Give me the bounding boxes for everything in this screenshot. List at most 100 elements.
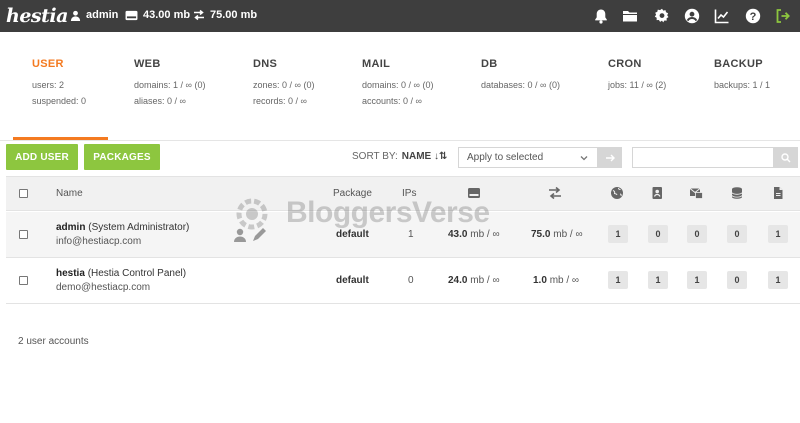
backup-count: backups: 1 / 1 — [714, 80, 771, 90]
username: admin — [56, 222, 86, 233]
current-user[interactable]: admin — [70, 9, 118, 21]
select-all-checkbox[interactable] — [19, 189, 28, 198]
col-ips[interactable]: IPs — [402, 188, 416, 199]
db-databases: databases: 0 / ∞ (0) — [481, 80, 560, 90]
mail-badge: 1 — [687, 271, 707, 289]
tab-web[interactable]: WEB domains: 1 / ∞ (0) aliases: 0 / ∞ — [134, 58, 205, 106]
logout-icon[interactable] — [775, 8, 791, 24]
packages-button[interactable]: PACKAGES — [84, 144, 160, 170]
row-actions-icon[interactable] — [232, 227, 266, 243]
sort-by-value: NAME ↓⇅ — [401, 151, 448, 162]
help-icon[interactable]: ? — [745, 8, 761, 24]
add-user-button[interactable]: ADD USER — [6, 144, 78, 170]
row-checkbox[interactable] — [19, 230, 28, 239]
apply-button[interactable] — [598, 147, 622, 168]
tab-db[interactable]: DB databases: 0 / ∞ (0) — [481, 58, 560, 90]
database-icon — [730, 186, 744, 200]
tab-dns[interactable]: DNS zones: 0 / ∞ (0) records: 0 / ∞ — [253, 58, 314, 106]
tab-user-title: USER — [32, 58, 64, 70]
tab-user[interactable]: USER users: 2 suspended: 0 — [32, 58, 86, 106]
folder-icon[interactable] — [622, 8, 638, 24]
tab-mail-title: MAIL — [362, 58, 391, 70]
users-count: users: 2 — [32, 80, 65, 90]
table-row[interactable]: hestia (Hestia Control Panel) demo@hesti… — [6, 258, 800, 304]
user-bandwidth: 1.0 mb / ∞ — [533, 275, 579, 286]
user-bandwidth: 75.0 mb / ∞ — [531, 229, 583, 240]
top-bar: hestia admin 43.00 mb 75.00 mb ? — [0, 0, 800, 32]
disk-value: 43.0 — [448, 229, 468, 240]
arrow-right-icon — [605, 154, 615, 161]
bw-unit: mb / ∞ — [553, 229, 583, 240]
bulk-action-select[interactable]: Apply to selected — [458, 147, 598, 168]
suspended-count: suspended: 0 — [32, 96, 87, 106]
row-checkbox[interactable] — [19, 276, 28, 285]
mail-badge: 0 — [687, 225, 707, 243]
table-header: Name Package IPs — [6, 176, 800, 211]
dns-badge: 0 — [648, 225, 668, 243]
mail-accounts: accounts: 0 / ∞ — [362, 96, 422, 106]
user-email: demo@hestiacp.com — [56, 282, 151, 293]
col-name[interactable]: Name — [56, 188, 83, 199]
user-email: info@hestiacp.com — [56, 236, 142, 247]
tab-dns-title: DNS — [253, 58, 278, 70]
disk-usage: 43.00 mb — [125, 9, 190, 21]
current-user-label: admin — [86, 9, 119, 21]
cron-jobs: jobs: 11 / ∞ (2) — [608, 80, 667, 90]
disk-icon — [125, 10, 138, 20]
globe-icon — [610, 186, 624, 200]
bell-icon[interactable] — [593, 8, 609, 24]
user-fullname: (Hestia Control Panel) — [87, 268, 187, 279]
disk-usage-value: 43.00 mb — [143, 9, 191, 21]
backup-badge: 1 — [768, 271, 788, 289]
sort-by[interactable]: SORT BY: NAME ↓⇅ — [352, 151, 447, 162]
file-icon — [771, 186, 785, 200]
tab-backup[interactable]: BACKUP backups: 1 / 1 — [714, 58, 770, 90]
svg-text:?: ? — [750, 11, 757, 23]
hestia-logo[interactable]: hestia — [6, 5, 68, 27]
dns-badge: 1 — [648, 271, 668, 289]
chevron-down-icon — [580, 156, 588, 161]
disk-unit: mb / ∞ — [470, 229, 500, 240]
disk-unit: mb / ∞ — [470, 275, 500, 286]
dns-records: records: 0 / ∞ — [253, 96, 307, 106]
search-icon — [781, 152, 791, 162]
dns-zones: zones: 0 / ∞ (0) — [253, 80, 315, 90]
disk-icon — [467, 186, 481, 200]
bandwidth-usage: 75.00 mb — [193, 9, 257, 21]
user-package: default — [336, 275, 369, 286]
divider — [0, 140, 800, 141]
user-circle-icon[interactable] — [684, 8, 700, 24]
db-badge: 0 — [727, 271, 747, 289]
mail-domains: domains: 0 / ∞ (0) — [362, 80, 434, 90]
chart-line-icon[interactable] — [714, 8, 730, 24]
tab-mail[interactable]: MAIL domains: 0 / ∞ (0) accounts: 0 / ∞ — [362, 58, 433, 106]
tab-db-title: DB — [481, 58, 498, 70]
bandwidth-icon — [548, 186, 562, 200]
search-button[interactable] — [774, 147, 798, 168]
user-icon — [70, 10, 81, 21]
sort-by-label: SORT BY: — [352, 151, 398, 162]
user-ips: 1 — [408, 229, 414, 240]
bw-value: 75.0 — [531, 229, 551, 240]
username: hestia — [56, 268, 85, 279]
tab-cron[interactable]: CRON jobs: 11 / ∞ (2) — [608, 58, 666, 90]
address-book-icon — [650, 186, 664, 200]
user-name[interactable]: hestia (Hestia Control Panel) — [56, 267, 186, 281]
tab-backup-title: BACKUP — [714, 58, 763, 70]
user-ips: 0 — [408, 275, 414, 286]
bulk-action-value: Apply to selected — [467, 152, 544, 163]
tab-web-title: WEB — [134, 58, 161, 70]
backup-badge: 1 — [768, 225, 788, 243]
table-row[interactable]: admin (System Administrator) info@hestia… — [6, 212, 800, 258]
col-package[interactable]: Package — [333, 188, 372, 199]
tab-cron-title: CRON — [608, 58, 642, 70]
user-package: default — [336, 229, 369, 240]
bw-unit: mb / ∞ — [549, 275, 580, 286]
web-badge: 1 — [608, 225, 628, 243]
disk-value: 24.0 — [448, 275, 468, 286]
db-badge: 0 — [727, 225, 747, 243]
user-name[interactable]: admin (System Administrator) — [56, 221, 189, 235]
search-input[interactable] — [632, 147, 774, 168]
web-aliases: aliases: 0 / ∞ — [134, 96, 186, 106]
gear-icon[interactable] — [654, 8, 670, 24]
